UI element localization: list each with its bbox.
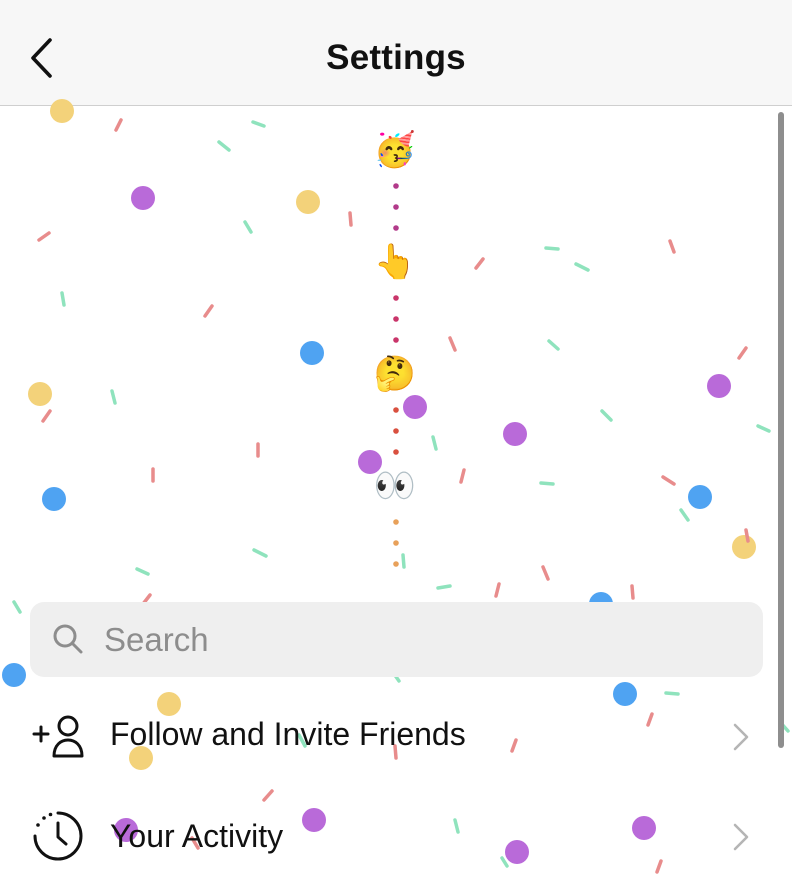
menu-item-label: Your Activity <box>110 818 284 854</box>
search-icon <box>53 624 83 654</box>
eyes-emoji: 👀 <box>373 467 417 505</box>
add-person-icon <box>32 715 84 758</box>
page-title: Settings <box>326 38 466 77</box>
chevron-right-icon <box>733 723 749 751</box>
menu-item-label: Follow and Invite Friends <box>110 716 466 752</box>
partying-face-emoji: 🥳 <box>373 131 417 169</box>
chevron-right-icon <box>733 823 749 851</box>
menu-item-follow-invite-friends[interactable]: Follow and Invite Friends <box>0 688 792 784</box>
thinking-face-emoji: 🤔 <box>373 355 417 393</box>
search-bar[interactable] <box>30 602 763 677</box>
menu-item-your-activity[interactable]: Your Activity <box>0 788 792 884</box>
activity-clock-icon <box>33 811 83 861</box>
pointing-up-emoji: 👆 <box>373 243 417 281</box>
scrollbar[interactable] <box>778 112 784 748</box>
navigation-bar: Settings <box>0 0 792 106</box>
search-input[interactable] <box>102 614 746 666</box>
settings-screen: Settings 🥳 👆 🤔 👀 Search Follow and Invit… <box>0 0 792 884</box>
